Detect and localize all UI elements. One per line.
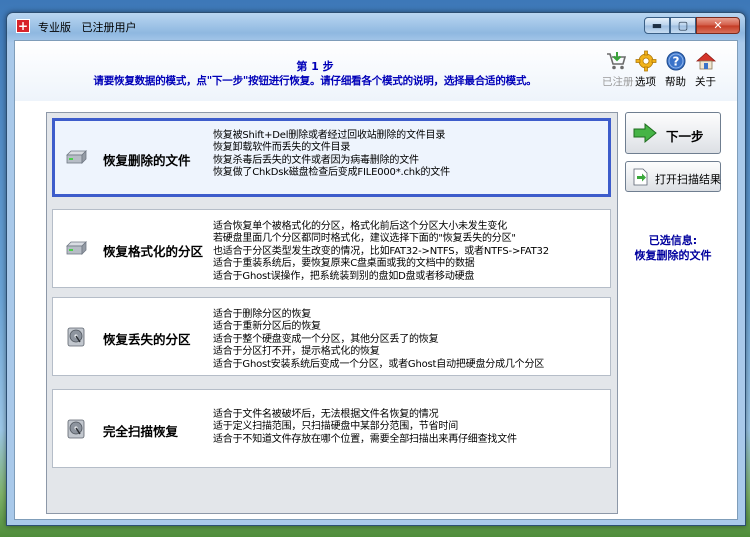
mode-item-recover-formatted[interactable]: 恢复格式化的分区 适合恢复单个被格式化的分区，格式化前后这个分区大小未发生变化 … bbox=[52, 209, 611, 288]
options-button[interactable]: 选项 bbox=[632, 50, 659, 89]
next-step-label: 下一步 bbox=[666, 129, 704, 144]
client-area: 第 1 步 请要恢复数据的模式，点"下一步"按钮进行恢复。请仔细看各个模式的说明… bbox=[14, 40, 738, 520]
open-scan-results-button[interactable]: 打开扫描结果 bbox=[625, 161, 721, 192]
wizard-header: 第 1 步 请要恢复数据的模式，点"下一步"按钮进行恢复。请仔细看各个模式的说明… bbox=[15, 41, 737, 101]
disk-platter-icon bbox=[65, 419, 87, 439]
help-icon: ? bbox=[665, 50, 687, 72]
selected-info-value: 恢复删除的文件 bbox=[634, 249, 712, 262]
home-icon bbox=[695, 50, 717, 72]
gear-icon bbox=[635, 50, 657, 72]
hard-drive-icon bbox=[65, 239, 87, 257]
registered-label: 已注册 bbox=[602, 76, 634, 88]
mode-name: 完全扫描恢复 bbox=[103, 424, 179, 439]
app-window: + 专业版 已注册用户 ▬ ▢ ✕ 第 1 步 请要恢复数据的模式，点"下一步"… bbox=[6, 12, 746, 526]
minimize-button[interactable]: ▬ bbox=[644, 17, 670, 34]
title-bar[interactable]: + 专业版 已注册用户 ▬ ▢ ✕ bbox=[7, 13, 745, 39]
mode-item-full-scan[interactable]: 完全扫描恢复 适合于文件名被破坏后，无法根据文件名恢复的情况 适于定义扫描范围，… bbox=[52, 389, 611, 468]
open-scan-results-label: 打开扫描结果 bbox=[655, 173, 721, 186]
mode-description: 恢复被Shift+Del删除或者经过回收站删除的文件目录 恢复卸载软件而丢失的文… bbox=[213, 130, 450, 179]
disk-platter-icon bbox=[65, 327, 87, 347]
svg-text:?: ? bbox=[672, 55, 679, 69]
mode-name: 恢复格式化的分区 bbox=[103, 244, 204, 259]
mode-list: 恢复删除的文件 恢复被Shift+Del删除或者经过回收站删除的文件目录 恢复卸… bbox=[46, 112, 618, 514]
about-label: 关于 bbox=[695, 76, 716, 88]
step-description: 请要恢复数据的模式，点"下一步"按钮进行恢复。请仔细看各个模式的说明，选择最合适… bbox=[93, 75, 537, 87]
mode-description: 适合于文件名被破坏后，无法根据文件名恢复的情况 适于定义扫描范围，只扫描硬盘中某… bbox=[213, 409, 517, 445]
options-label: 选项 bbox=[635, 76, 656, 88]
maximize-button[interactable]: ▢ bbox=[670, 17, 696, 34]
window-title: 专业版 已注册用户 bbox=[38, 21, 137, 34]
help-button[interactable]: ? 帮助 bbox=[662, 50, 689, 89]
selected-info-label: 已选信息: bbox=[648, 234, 698, 247]
next-step-button[interactable]: 下一步 bbox=[625, 112, 721, 154]
hard-drive-icon bbox=[65, 148, 87, 166]
mode-description: 适合恢复单个被格式化的分区，格式化前后这个分区大小未发生变化 若硬盘里面几个分区… bbox=[213, 221, 549, 282]
help-label: 帮助 bbox=[665, 76, 686, 88]
open-file-icon bbox=[632, 168, 650, 186]
top-toolbar: 已注册 选项 ? 帮助 关于 bbox=[602, 50, 719, 89]
mode-name: 恢复丢失的分区 bbox=[103, 332, 191, 347]
mode-item-recover-lost-partition[interactable]: 恢复丢失的分区 适合于删除分区的恢复 适合于重新分区后的恢复 适合于整个硬盘变成… bbox=[52, 297, 611, 376]
arrow-right-icon bbox=[632, 122, 658, 144]
about-button[interactable]: 关于 bbox=[692, 50, 719, 89]
mode-item-recover-deleted[interactable]: 恢复删除的文件 恢复被Shift+Del删除或者经过回收站删除的文件目录 恢复卸… bbox=[52, 118, 611, 197]
close-button[interactable]: ✕ bbox=[696, 17, 740, 34]
caption-buttons: ▬ ▢ ✕ bbox=[644, 17, 740, 34]
selected-info: 已选信息: 恢复删除的文件 bbox=[623, 233, 723, 263]
registered-button[interactable]: 已注册 bbox=[602, 50, 634, 89]
cart-icon bbox=[605, 50, 627, 72]
step-title: 第 1 步 bbox=[296, 60, 334, 73]
mode-description: 适合于删除分区的恢复 适合于重新分区后的恢复 适合于整个硬盘变成一个分区，其他分… bbox=[213, 309, 545, 370]
mode-name: 恢复删除的文件 bbox=[103, 153, 191, 168]
app-logo-icon: + bbox=[16, 19, 30, 33]
